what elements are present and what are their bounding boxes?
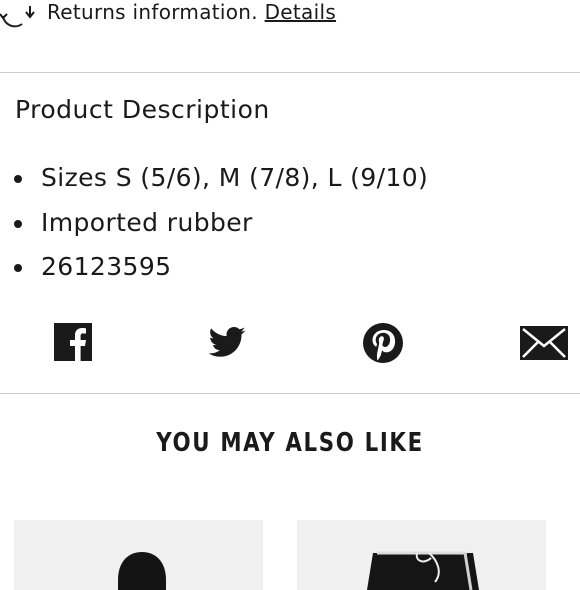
facebook-share-button[interactable] <box>54 322 92 364</box>
divider-top <box>0 72 580 73</box>
list-item: Imported rubber <box>0 205 428 250</box>
divider-middle <box>0 393 580 394</box>
pinterest-icon <box>363 323 403 363</box>
twitter-share-button[interactable] <box>207 322 247 364</box>
bullet <box>14 219 22 228</box>
facebook-icon <box>54 323 92 361</box>
returns-cycle-icon <box>0 2 36 28</box>
list-item-text: Imported rubber <box>41 207 253 237</box>
list-item: Sizes S (5/6), M (7/8), L (9/10) <box>0 160 428 205</box>
returns-text: Returns information. <box>47 0 258 24</box>
recommendations-title: YOU MAY ALSO LIKE <box>156 428 424 458</box>
twitter-icon <box>208 327 246 357</box>
product-description-list: Sizes S (5/6), M (7/8), L (9/10) Importe… <box>0 160 428 294</box>
list-item-text: 26123595 <box>41 252 172 281</box>
returns-info-row: Returns information. Details <box>0 0 580 34</box>
list-item-text: Sizes S (5/6), M (7/8), L (9/10) <box>41 163 429 192</box>
bullet <box>14 175 22 183</box>
email-icon <box>520 326 568 360</box>
email-share-button[interactable] <box>520 326 568 368</box>
returns-details-link[interactable]: Details <box>265 0 336 24</box>
pinterest-share-button[interactable] <box>362 322 404 364</box>
list-item: 26123595 <box>0 249 428 294</box>
returns-text-line: Returns information. Details <box>47 0 336 24</box>
product-description-title: Product Description <box>15 95 270 124</box>
bullet <box>14 264 22 272</box>
